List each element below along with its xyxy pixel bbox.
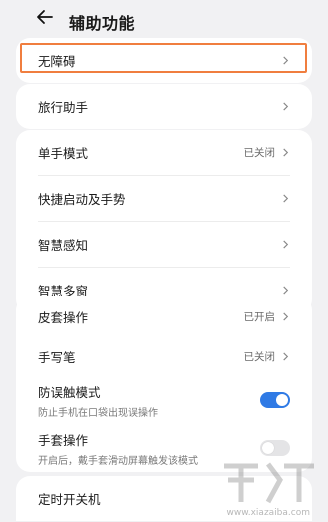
- page-title: 辅助功能: [69, 14, 136, 33]
- chevron-right-icon: [283, 311, 289, 321]
- card-travel: 旅行助手: [16, 84, 312, 129]
- status-value: 已开启: [243, 310, 276, 323]
- menu-item-description: 防止手机在口袋出现误操作: [38, 407, 158, 419]
- menu-item-label: 智慧感知: [38, 238, 89, 253]
- watermark-url: www.xiazaiba.com: [226, 508, 310, 518]
- menu-item-smart-sensing[interactable]: 智慧感知: [16, 222, 312, 267]
- menu-item-anti-mistouch[interactable]: 防误触模式 防止手机在口袋出现误操作: [16, 376, 312, 424]
- highlight-frame: [20, 43, 307, 73]
- chevron-right-icon: [283, 194, 289, 203]
- anti-mistouch-toggle[interactable]: [260, 392, 290, 408]
- menu-item-label: 旅行助手: [38, 100, 89, 115]
- chevron-right-icon: [283, 148, 289, 157]
- menu-item-shortcuts-gestures[interactable]: 快捷启动及手势: [16, 176, 312, 221]
- menu-item-label: 手套操作: [38, 432, 89, 448]
- menu-item-travel-assistant[interactable]: 旅行助手: [16, 84, 312, 129]
- toggle-knob: [276, 394, 288, 406]
- menu-item-label: 单手模式: [38, 146, 89, 161]
- chevron-right-icon: [283, 240, 289, 249]
- menu-item-label: 防误触模式: [38, 384, 101, 400]
- back-arrow-icon[interactable]: [36, 8, 54, 26]
- menu-item-label: 快捷启动及手势: [38, 192, 126, 207]
- menu-item-label: 手写笔: [38, 349, 76, 365]
- glove-mode-toggle[interactable]: [260, 440, 290, 456]
- chevron-right-icon: [283, 351, 289, 361]
- menu-item-one-hand-mode[interactable]: 单手模式 已关闭: [16, 130, 312, 175]
- menu-item-cover-operation[interactable]: 皮套操作 已开启: [16, 296, 312, 336]
- watermark-logo: [224, 462, 314, 504]
- menu-item-texts: 防误触模式 防止手机在口袋出现误操作: [38, 382, 260, 419]
- card-covers-input: 皮套操作 已开启 手写笔 已关闭 防误触模式 防止手机在口袋出现误操作 手套操作…: [16, 296, 312, 472]
- menu-item-stylus[interactable]: 手写笔 已关闭: [16, 336, 312, 376]
- menu-item-label: 皮套操作: [38, 309, 89, 325]
- status-value: 已关闭: [243, 350, 276, 363]
- toggle-knob: [262, 442, 274, 454]
- card-modes: 单手模式 已关闭 快捷启动及手势 智慧感知 智慧多窗: [16, 130, 312, 313]
- status-value: 已关闭: [243, 147, 276, 159]
- chevron-right-icon: [283, 102, 289, 111]
- chevron-right-icon: [283, 286, 289, 295]
